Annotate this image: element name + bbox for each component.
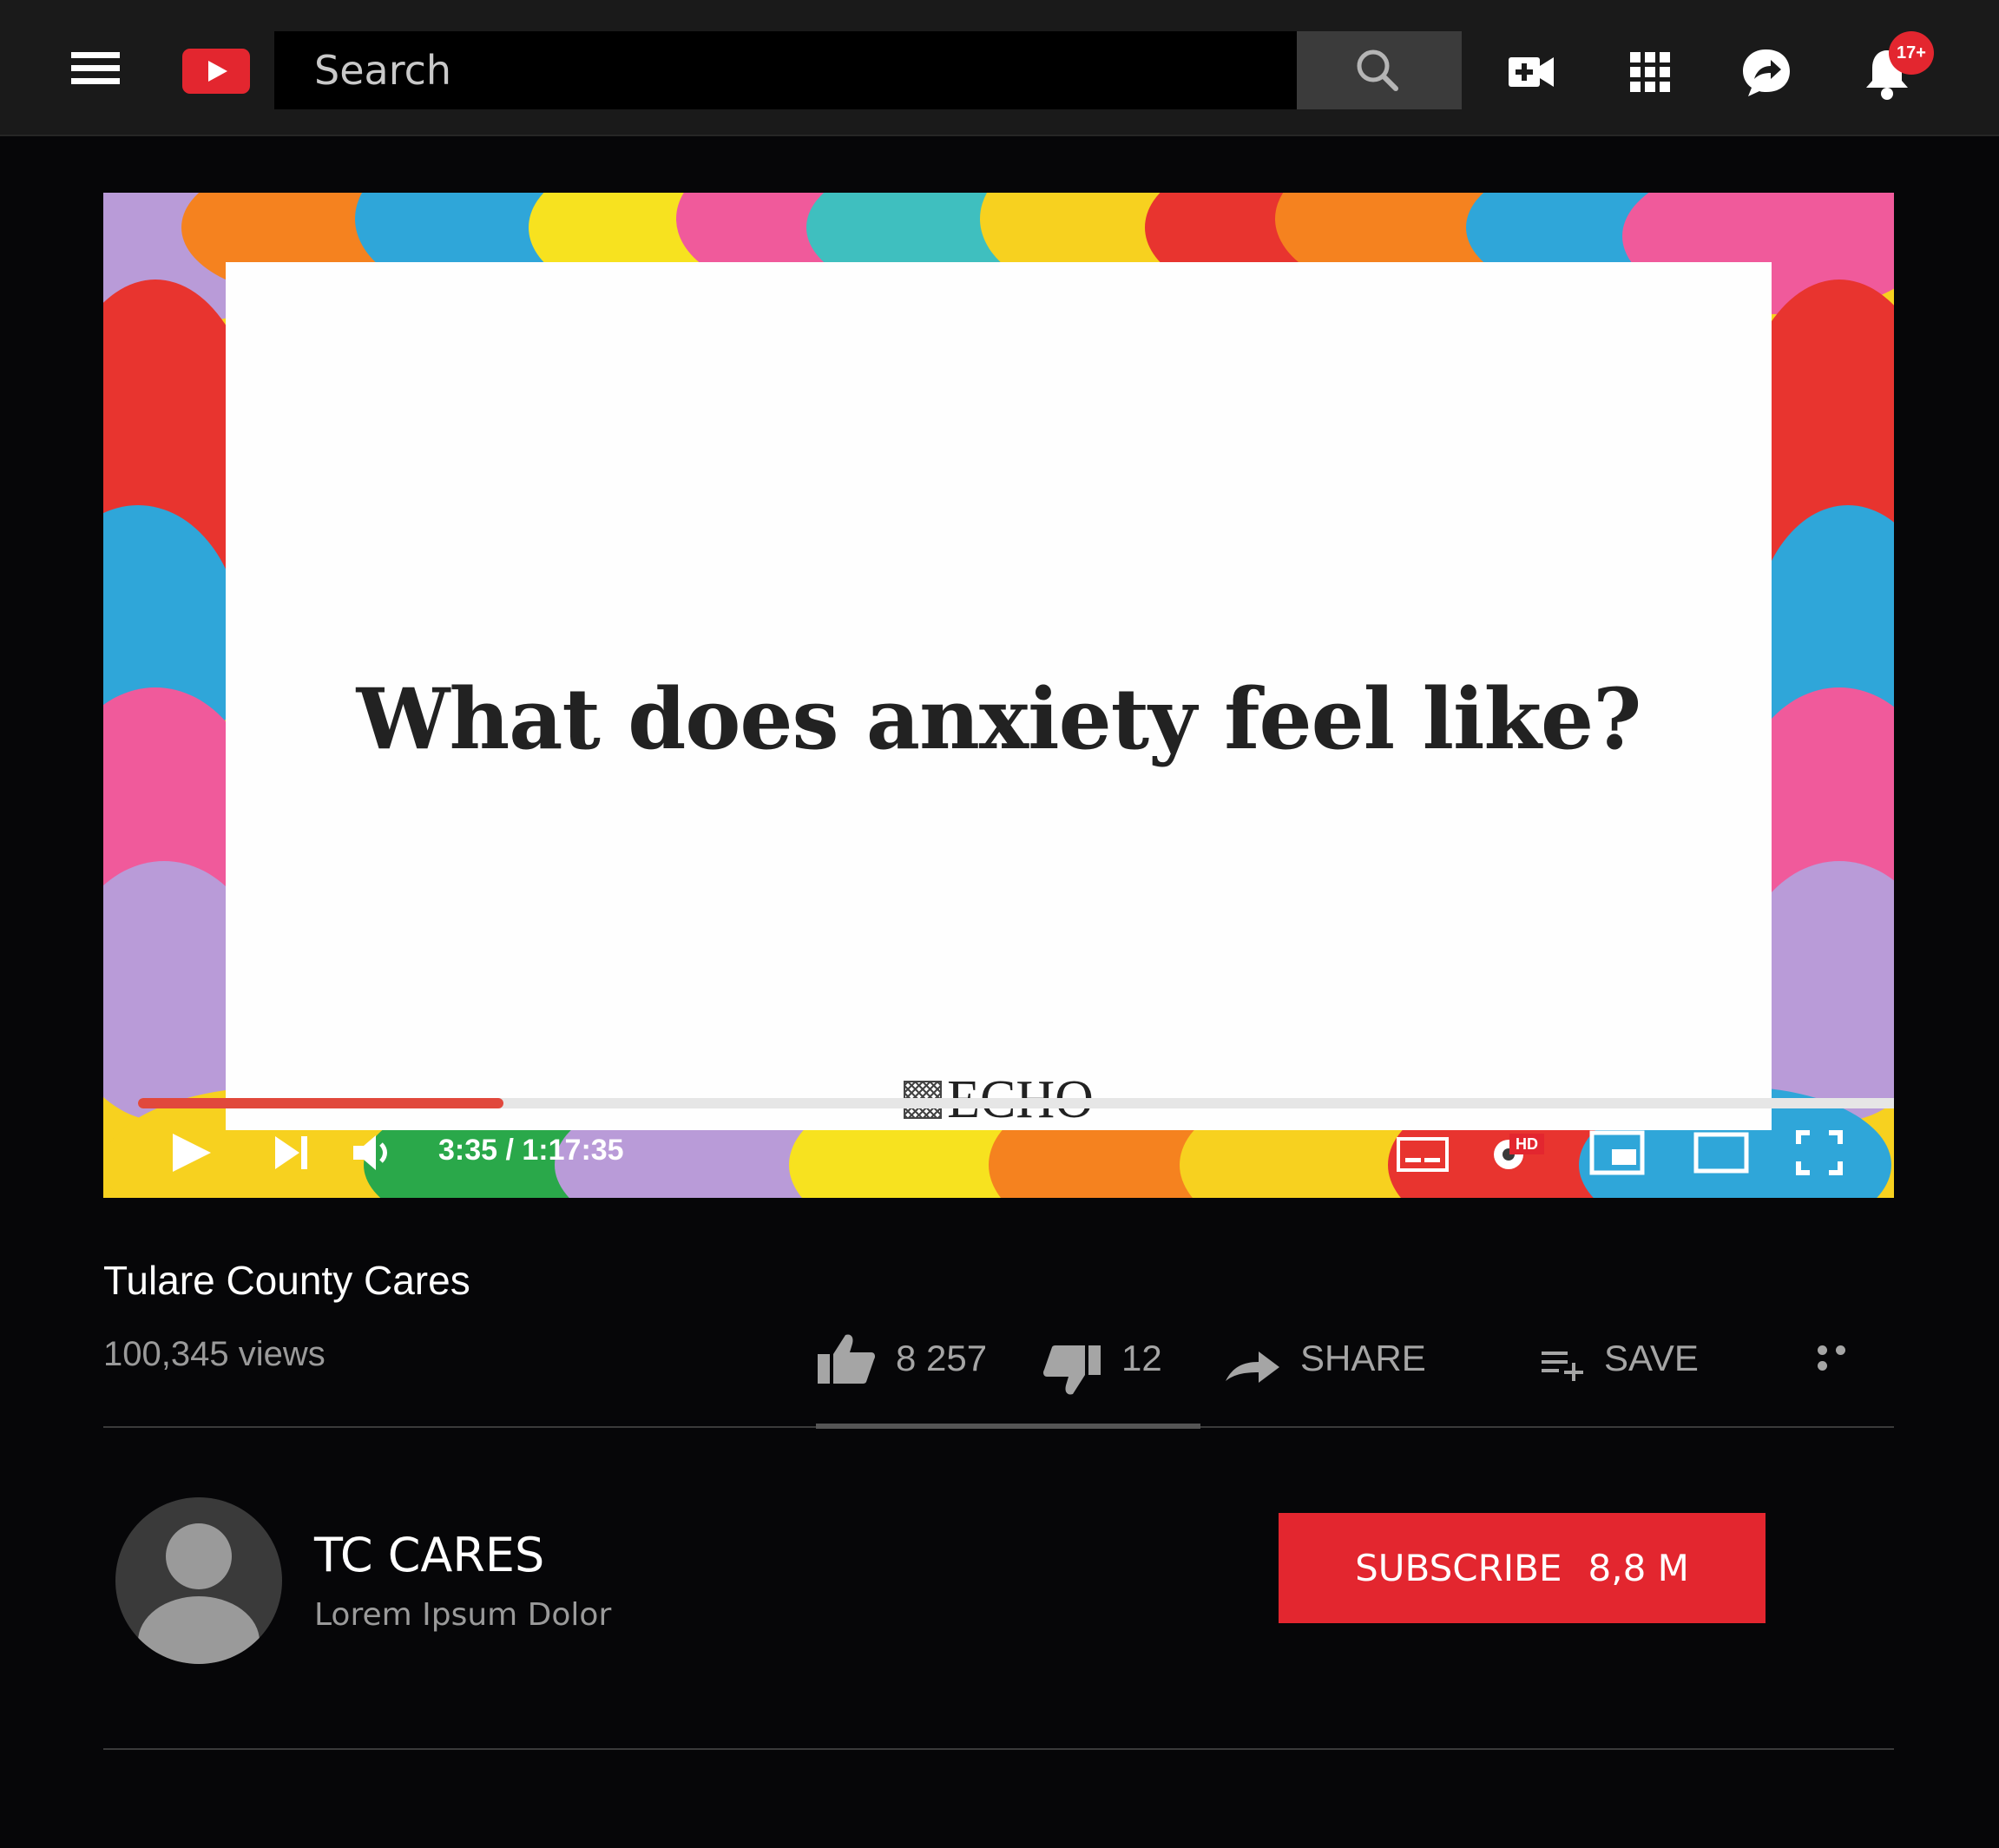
subscribe-button[interactable]: SUBSCRIBE 8,8 M	[1279, 1513, 1766, 1623]
search-icon	[1357, 49, 1398, 91]
time-display: 3:35 / 1:17:35	[438, 1134, 624, 1167]
menu-icon[interactable]	[71, 52, 120, 85]
notification-count-badge: 17+	[1889, 31, 1934, 75]
theater-icon[interactable]	[1693, 1132, 1749, 1174]
share-button[interactable]: SHARE	[1224, 1328, 1426, 1389]
next-icon[interactable]	[273, 1134, 310, 1171]
sentiment-bar	[816, 1424, 1200, 1429]
fullscreen-icon[interactable]	[1796, 1130, 1843, 1175]
thumbs-up-icon	[818, 1334, 875, 1384]
channel-name[interactable]: TC CARES	[314, 1528, 544, 1582]
dislike-button[interactable]: 12	[1042, 1328, 1162, 1395]
miniplayer-icon[interactable]	[1589, 1130, 1645, 1175]
captions-icon[interactable]	[1397, 1137, 1449, 1172]
volume-icon[interactable]	[352, 1132, 397, 1174]
apps-grid-icon[interactable]	[1620, 42, 1680, 102]
create-video-icon[interactable]	[1500, 42, 1561, 102]
messages-icon[interactable]	[1736, 42, 1797, 102]
thumbs-down-icon	[1043, 1345, 1101, 1395]
progress-bar[interactable]	[138, 1098, 1894, 1108]
channel-subtitle: Lorem Ipsum Dolor	[314, 1597, 612, 1633]
play-icon[interactable]	[169, 1130, 214, 1175]
search-button[interactable]	[1297, 31, 1462, 109]
dislike-count: 12	[1121, 1338, 1162, 1378]
slide-title: What does anxiety feel like?	[356, 670, 1642, 768]
video-player[interactable]: What does anxiety feel like? ECHO 3:35 /…	[103, 193, 1894, 1198]
youtube-logo[interactable]	[182, 49, 250, 94]
more-icon[interactable]	[1818, 1344, 1870, 1371]
channel-avatar[interactable]	[115, 1497, 282, 1664]
share-icon	[1226, 1351, 1279, 1383]
like-count: 8 257	[896, 1338, 988, 1378]
avatar-icon	[138, 1523, 260, 1664]
view-count: 100,345 views	[103, 1335, 325, 1373]
save-playlist-icon	[1542, 1351, 1583, 1381]
like-button[interactable]: 8 257	[816, 1328, 987, 1389]
save-label: SAVE	[1604, 1338, 1699, 1378]
save-button[interactable]: SAVE	[1542, 1328, 1699, 1389]
share-label: SHARE	[1300, 1338, 1426, 1378]
hd-badge: HD	[1509, 1134, 1544, 1154]
video-title: Tulare County Cares	[103, 1258, 470, 1303]
subscribe-label: SUBSCRIBE	[1355, 1547, 1562, 1589]
slide-card: What does anxiety feel like? ECHO	[226, 262, 1772, 1130]
progress-bar-played	[138, 1098, 504, 1108]
channel-divider	[103, 1748, 1894, 1750]
subscriber-count: 8,8 M	[1588, 1547, 1689, 1589]
top-bar: 17+	[0, 0, 1999, 136]
search-input[interactable]	[274, 31, 1297, 109]
